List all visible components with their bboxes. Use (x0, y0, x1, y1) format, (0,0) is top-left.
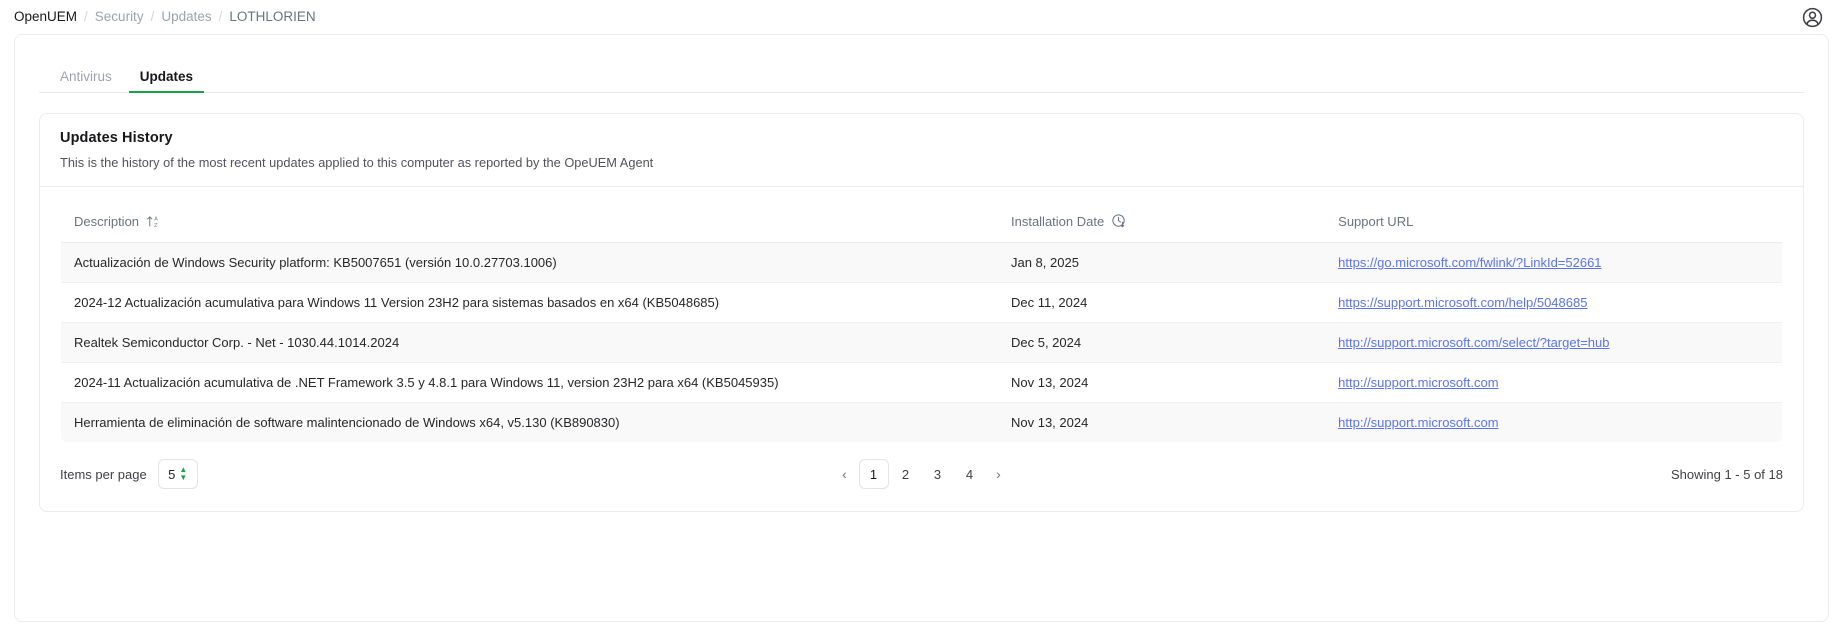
breadcrumb-root[interactable]: OpenUEM (14, 10, 77, 24)
breadcrumb-separator: / (218, 9, 223, 25)
column-header-description[interactable]: Description A Z (61, 200, 999, 243)
pagination-page-4[interactable]: 4 (955, 459, 985, 489)
pagination-page-3[interactable]: 3 (923, 459, 953, 489)
pagination: ‹ 1 2 3 4 › (833, 459, 1011, 489)
pagination-next-button[interactable]: › (987, 459, 1011, 489)
cell-installation-date: Nov 13, 2024 (998, 402, 1327, 442)
table-footer: Items per page 5 ▲ ▼ ‹ 1 2 3 4 › Showing… (40, 443, 1803, 511)
cell-support-url: http://support.microsoft.com (1326, 402, 1782, 442)
pagination-prev-button[interactable]: ‹ (833, 459, 857, 489)
support-url-link[interactable]: http://support.microsoft.com (1338, 375, 1498, 390)
breadcrumb-separator: / (150, 9, 155, 25)
column-header-label: Support URL (1338, 213, 1414, 229)
breadcrumb-item-security[interactable]: Security (95, 10, 144, 24)
table-row: Herramienta de eliminación de software m… (61, 402, 1782, 442)
cell-description: Realtek Semiconductor Corp. - Net - 1030… (61, 322, 999, 363)
column-header-label: Installation Date (1010, 213, 1105, 229)
cell-support-url: https://go.microsoft.com/fwlink/?LinkId=… (1326, 242, 1782, 283)
cell-support-url: http://support.microsoft.com (1326, 362, 1782, 403)
user-circle-icon[interactable] (1799, 4, 1825, 30)
updates-history-card: Updates History This is the history of t… (39, 113, 1804, 512)
table-row: Realtek Semiconductor Corp. - Net - 1030… (61, 322, 1782, 363)
tab-updates[interactable]: Updates (128, 69, 205, 93)
updates-table: Description A Z Installation Date Suppor… (60, 199, 1783, 443)
support-url-link[interactable]: https://support.microsoft.com/help/50486… (1338, 295, 1587, 310)
pagination-page-2[interactable]: 2 (891, 459, 921, 489)
items-per-page-stepper[interactable]: 5 ▲ ▼ (157, 459, 198, 489)
cell-support-url: http://support.microsoft.com/select/?tar… (1326, 322, 1782, 363)
tab-bar: Antivirus Updates (39, 55, 1804, 93)
cell-description: Herramienta de eliminación de software m… (61, 402, 999, 442)
stepper-arrows-icon[interactable]: ▲ ▼ (179, 466, 187, 482)
card-header: Updates History This is the history of t… (40, 114, 1803, 186)
support-url-link[interactable]: http://support.microsoft.com (1338, 415, 1498, 430)
page-title: Updates History (60, 130, 173, 146)
breadcrumb: OpenUEM / Security / Updates / LOTHLORIE… (14, 10, 316, 24)
cell-installation-date: Dec 5, 2024 (998, 322, 1327, 363)
cell-description: Actualización de Windows Security platfo… (61, 242, 999, 283)
tab-antivirus[interactable]: Antivirus (49, 69, 123, 93)
support-url-link[interactable]: https://go.microsoft.com/fwlink/?LinkId=… (1338, 255, 1601, 270)
page-panel: Antivirus Updates Updates History This i… (14, 34, 1829, 622)
sort-az-ascending-icon[interactable]: A Z (146, 214, 161, 229)
breadcrumb-current: LOTHLORIEN (229, 9, 316, 25)
breadcrumb-item-updates[interactable]: Updates (161, 10, 211, 24)
column-header-label: Description (74, 213, 140, 229)
cell-installation-date: Dec 11, 2024 (998, 282, 1327, 323)
table-head: Description A Z Installation Date Suppor… (61, 200, 1782, 243)
cell-installation-date: Nov 13, 2024 (998, 362, 1327, 403)
chevron-down-icon[interactable]: ▼ (179, 474, 187, 482)
column-header-installation-date[interactable]: Installation Date (998, 200, 1327, 243)
cell-support-url: https://support.microsoft.com/help/50486… (1326, 282, 1782, 323)
table-row: 2024-11 Actualización acumulativa de .NE… (61, 362, 1782, 403)
table-row: 2024-12 Actualización acumulativa para W… (61, 282, 1782, 323)
card-subtitle: This is the history of the most recent u… (60, 155, 654, 170)
cell-description: 2024-12 Actualización acumulativa para W… (61, 282, 999, 323)
svg-text:A: A (154, 216, 158, 222)
top-bar: OpenUEM / Security / Updates / LOTHLORIE… (0, 0, 1843, 34)
clock-arrow-down-icon[interactable] (1111, 213, 1127, 229)
items-per-page-label: Items per page (60, 466, 147, 482)
support-url-link[interactable]: http://support.microsoft.com/select/?tar… (1338, 335, 1609, 350)
column-header-support-url[interactable]: Support URL (1326, 200, 1782, 243)
cell-description: 2024-11 Actualización acumulativa de .NE… (61, 362, 999, 403)
table-row: Actualización de Windows Security platfo… (61, 242, 1782, 283)
items-per-page-value: 5 (168, 466, 176, 482)
table-header-row: Description A Z Installation Date Suppor… (61, 200, 1782, 243)
showing-range-label: Showing 1 - 5 of 18 (1670, 466, 1783, 482)
table-body: Actualización de Windows Security platfo… (61, 242, 1782, 442)
updates-table-wrapper: Description A Z Installation Date Suppor… (40, 186, 1803, 443)
items-per-page-control: Items per page 5 ▲ ▼ (60, 459, 198, 489)
breadcrumb-separator: / (84, 9, 88, 25)
cell-installation-date: Jan 8, 2025 (998, 242, 1327, 283)
pagination-page-1[interactable]: 1 (858, 459, 889, 489)
svg-text:Z: Z (154, 222, 158, 228)
